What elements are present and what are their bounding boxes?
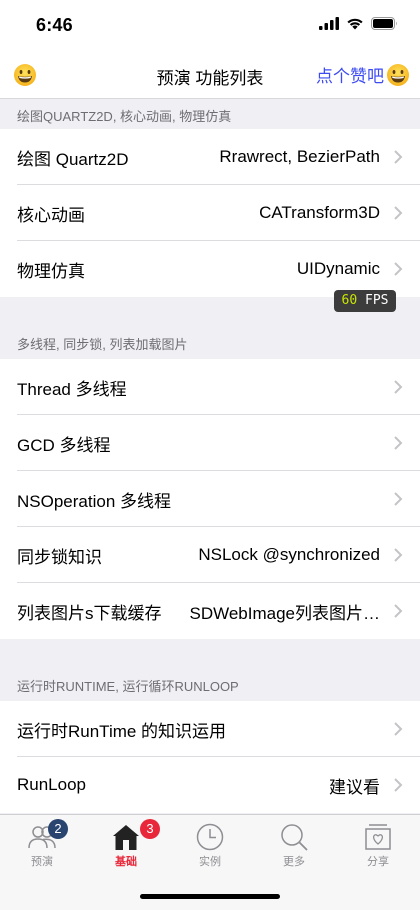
- table-row[interactable]: 核心动画 CATransform3D: [0, 185, 420, 241]
- table-row[interactable]: GCD 多线程: [0, 415, 420, 471]
- section-header-label: 绘图QUARTZ2D, 核心动画, 物理仿真: [17, 109, 232, 124]
- row-title: 列表图片s下载缓存: [17, 603, 162, 623]
- row-detail: SDWebImage列表图片…: [189, 603, 380, 623]
- chevron-right-icon: [394, 150, 403, 164]
- chevron-right-icon: [394, 548, 403, 562]
- row-detail: NSLock @synchronized: [198, 545, 380, 564]
- chevron-right-icon: [394, 778, 403, 792]
- tab-label: 预演: [31, 856, 53, 868]
- table-row[interactable]: 同步锁知识 NSLock @synchronized: [0, 527, 420, 583]
- row-detail: Rrawrect, BezierPath: [219, 147, 380, 166]
- chevron-right-icon: [394, 436, 403, 450]
- row-title: 同步锁知识: [17, 547, 102, 567]
- search-icon: [281, 824, 308, 851]
- home-icon: [113, 825, 139, 850]
- tab-label: 更多: [283, 856, 305, 868]
- row-title: 运行时RunTime 的知识运用: [17, 721, 227, 741]
- row-title: 绘图 Quartz2D: [17, 149, 129, 169]
- status-icons: [319, 17, 398, 30]
- table-row[interactable]: NSOperation 多线程: [0, 471, 420, 527]
- fps-indicator: 60 FPS: [334, 290, 396, 312]
- tab-examples[interactable]: 实例: [168, 815, 252, 875]
- table-row[interactable]: 运行时RunTime 的知识运用: [0, 701, 420, 757]
- like-button[interactable]: 点个赞吧: [316, 62, 410, 87]
- section-header: 绘图QUARTZ2D, 核心动画, 物理仿真: [0, 99, 420, 129]
- table-row[interactable]: 列表图片s下载缓存 SDWebImage列表图片…: [0, 583, 420, 639]
- share-box-icon: [365, 824, 391, 850]
- fps-value: 60: [341, 293, 358, 308]
- row-detail: UIDynamic: [296, 259, 380, 278]
- tab-label: 基础: [115, 856, 137, 868]
- section-header-label: 多线程, 同步锁, 列表加载图片: [17, 337, 188, 352]
- tab-share[interactable]: 分享: [336, 815, 420, 875]
- chevron-right-icon: [394, 722, 403, 736]
- tab-label: 实例: [199, 856, 221, 868]
- status-bar: 6:46: [0, 0, 420, 52]
- status-time: 6:46: [36, 15, 73, 35]
- table-row[interactable]: 物理仿真 UIDynamic: [0, 241, 420, 297]
- row-title: GCD 多线程: [17, 435, 111, 455]
- battery-icon: [371, 17, 397, 30]
- tab-preview[interactable]: 2 预演: [0, 815, 84, 875]
- grinning-face-icon: [387, 63, 409, 86]
- navigation-bar: 预演 功能列表 点个赞吧: [0, 52, 420, 99]
- tab-basics[interactable]: 3 基础: [84, 815, 168, 875]
- table-row[interactable]: Thread 多线程: [0, 359, 420, 415]
- chevron-right-icon: [394, 206, 403, 220]
- row-title: RunLoop: [17, 775, 87, 794]
- fps-unit: FPS: [365, 293, 389, 308]
- wifi-icon: [347, 18, 363, 30]
- row-title: 物理仿真: [17, 261, 85, 281]
- tab-more[interactable]: 更多: [252, 815, 336, 875]
- chevron-right-icon: [394, 262, 403, 276]
- row-detail: CATransform3D: [259, 203, 380, 222]
- tab-badge: 3: [140, 819, 160, 839]
- row-title: NSOperation 多线程: [17, 491, 171, 511]
- row-title: Thread 多线程: [17, 379, 127, 399]
- table-view[interactable]: 绘图QUARTZ2D, 核心动画, 物理仿真 绘图 Quartz2D Rrawr…: [0, 99, 420, 814]
- cellular-signal-icon: [319, 17, 339, 30]
- home-indicator: [140, 894, 280, 899]
- clock-icon: [196, 823, 224, 851]
- row-detail: 建议看: [329, 777, 380, 797]
- like-button-label: 点个赞吧: [316, 67, 384, 86]
- table-row[interactable]: 绘图 Quartz2D Rrawrect, BezierPath: [0, 129, 420, 185]
- section-header-label: 运行时RUNTIME, 运行循环RUNLOOP: [17, 679, 239, 694]
- tab-badge: 2: [48, 819, 68, 839]
- chevron-right-icon: [394, 380, 403, 394]
- row-title: 核心动画: [17, 205, 85, 225]
- section-header: 运行时RUNTIME, 运行循环RUNLOOP: [0, 639, 420, 701]
- table-row[interactable]: RunLoop 建议看: [0, 757, 420, 813]
- chevron-right-icon: [394, 604, 403, 618]
- chevron-right-icon: [394, 492, 403, 506]
- tab-label: 分享: [367, 856, 389, 868]
